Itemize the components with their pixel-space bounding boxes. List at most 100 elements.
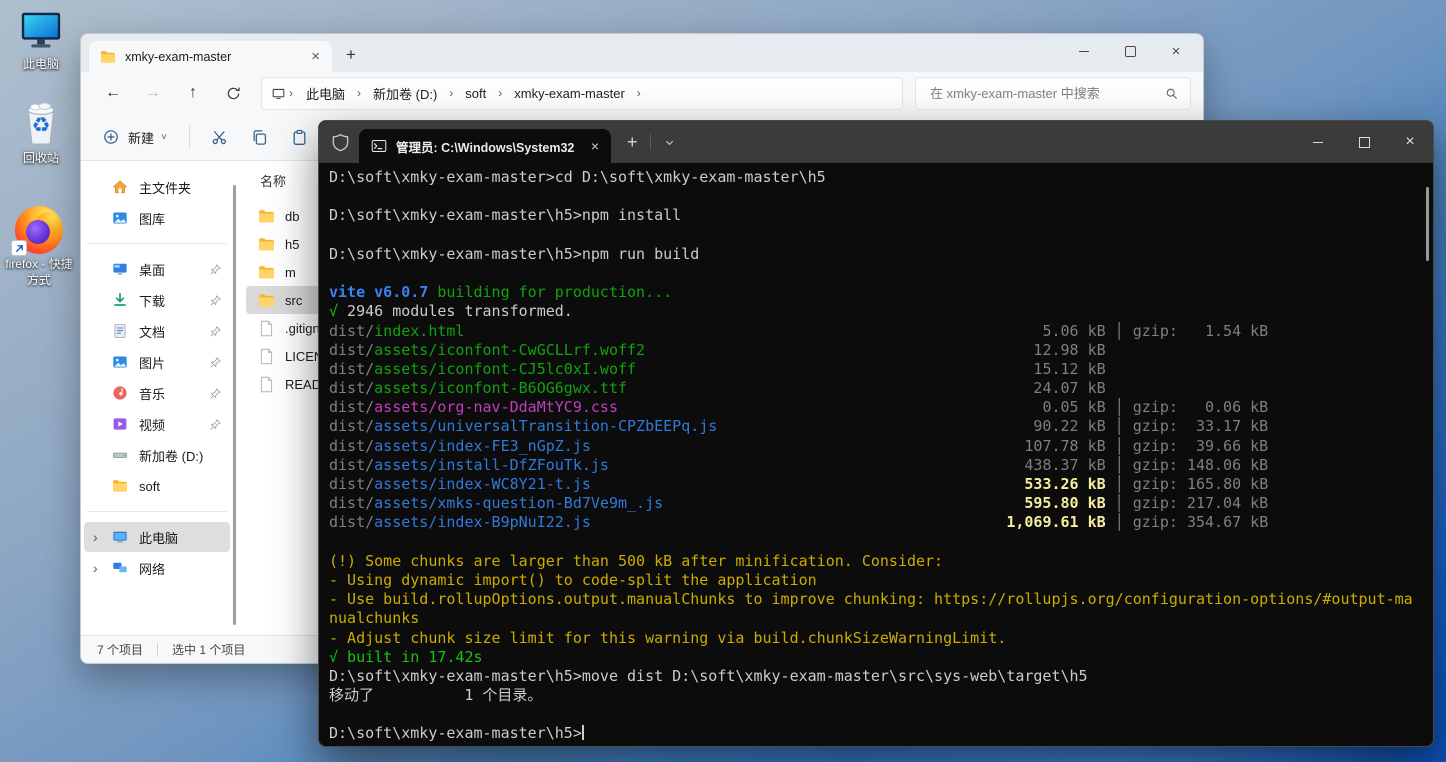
cut-button[interactable] bbox=[200, 120, 240, 154]
download-icon bbox=[112, 292, 128, 308]
breadcrumb-separator: › bbox=[357, 86, 362, 100]
search-input[interactable] bbox=[928, 84, 1165, 102]
sidebar-item-label: soft bbox=[139, 478, 160, 494]
back-button[interactable]: ← bbox=[93, 77, 133, 109]
terminal-line: dist/assets/org-nav-DdaMtYC9.css 0.05 kB… bbox=[329, 398, 1269, 417]
terminal-line: dist/assets/universalTransition-CPZbEEPq… bbox=[329, 417, 1269, 436]
maximize-button[interactable] bbox=[1341, 121, 1387, 163]
network-icon bbox=[112, 560, 128, 576]
file-name: db bbox=[285, 208, 300, 224]
desktop-icon-recycle-bin[interactable]: ♻ 回收站 bbox=[4, 98, 78, 167]
explorer-sidebar: 主文件夹 图库 桌面 下载 文档 图片 音乐 视频 新加卷 (D:) soft › 此电脑 › 网络 bbox=[81, 161, 233, 635]
explorer-address-bar: ← → ↑ › 此电脑 › 新加卷 (D:) › soft › xmky-exam-mast… bbox=[81, 72, 1203, 114]
terminal-line: D:\soft\xmky-exam-master\h5>npm install bbox=[329, 206, 682, 225]
new-tab-button[interactable]: + bbox=[346, 45, 356, 65]
terminal-tab[interactable]: 管理员: C:\Windows\System32 × bbox=[359, 129, 611, 163]
minimize-button[interactable] bbox=[1295, 121, 1341, 163]
terminal-content[interactable]: D:\soft\xmky-exam-master>cd D:\soft\xmky… bbox=[319, 163, 1433, 746]
forward-button[interactable]: → bbox=[133, 77, 173, 109]
breadcrumb-item[interactable]: 新加卷 (D:) bbox=[364, 81, 446, 106]
refresh-button[interactable] bbox=[213, 77, 253, 109]
sidebar-item-label: 图片 bbox=[139, 355, 166, 371]
search-icon[interactable] bbox=[1165, 87, 1178, 100]
terminal-cursor bbox=[581, 725, 584, 741]
sidebar-item-gallery[interactable]: 图库 bbox=[84, 203, 230, 233]
pin-icon bbox=[209, 356, 222, 369]
explorer-tab[interactable]: xmky-exam-master × bbox=[89, 41, 332, 72]
tab-close-icon[interactable]: × bbox=[305, 48, 326, 65]
sidebar-item-network[interactable]: › 网络 bbox=[84, 553, 230, 583]
pin-icon bbox=[209, 263, 222, 276]
desktop-icon-this-pc[interactable]: 此电脑 bbox=[4, 8, 78, 73]
chevron-right-icon[interactable]: › bbox=[93, 530, 98, 544]
recycle-symbol: ♻ bbox=[31, 113, 51, 137]
breadcrumb-separator: › bbox=[289, 86, 293, 100]
sidebar-item-label: 网络 bbox=[139, 561, 166, 577]
sidebar-item-home[interactable]: 主文件夹 bbox=[84, 172, 230, 202]
sidebar-item-drive-d[interactable]: 新加卷 (D:) bbox=[84, 440, 230, 470]
breadcrumb-item[interactable]: 此电脑 bbox=[297, 81, 354, 106]
terminal-line: D:\soft\xmky-exam-master\h5>move dist D:… bbox=[329, 666, 1088, 685]
file-icon bbox=[258, 319, 275, 337]
explorer-tab-title: xmky-exam-master bbox=[125, 49, 232, 64]
sidebar-item-downloads[interactable]: 下载 bbox=[84, 285, 230, 315]
terminal-line: - Adjust chunk size limit for this warni… bbox=[329, 628, 1007, 647]
terminal-scrollbar-thumb[interactable] bbox=[1426, 187, 1429, 261]
music-icon bbox=[112, 385, 128, 401]
monitor-icon bbox=[272, 87, 285, 100]
desktop: 此电脑 ♻ 回收站 firefox - 快捷方式 xmky-exam-maste… bbox=[0, 0, 1446, 762]
status-divider bbox=[157, 642, 159, 657]
close-button[interactable]: × bbox=[1387, 121, 1433, 163]
home-icon bbox=[112, 179, 128, 195]
file-icon bbox=[258, 347, 275, 365]
terminal-line: - Use build.rollupOptions.output.manualC… bbox=[329, 590, 1413, 609]
copy-button[interactable] bbox=[240, 120, 280, 154]
pictures-icon bbox=[112, 354, 128, 370]
minimize-button[interactable] bbox=[1061, 34, 1107, 68]
pin-icon bbox=[209, 387, 222, 400]
this-pc-icon bbox=[18, 8, 64, 54]
toolbar-divider bbox=[188, 125, 190, 149]
new-tab-button[interactable]: + bbox=[627, 132, 638, 153]
sidebar-item-this-pc[interactable]: › 此电脑 bbox=[84, 522, 230, 552]
terminal-line: √ 2946 modules transformed. bbox=[329, 302, 573, 321]
tab-close-icon[interactable]: × bbox=[583, 138, 607, 154]
sidebar-item-soft[interactable]: soft bbox=[84, 471, 230, 501]
terminal-line: D:\soft\xmky-exam-master>cd D:\soft\xmky… bbox=[329, 168, 826, 186]
chevron-down-icon: ˅ bbox=[161, 131, 167, 143]
pin-icon bbox=[209, 294, 222, 307]
close-button[interactable]: × bbox=[1153, 34, 1199, 68]
firefox-globe bbox=[26, 220, 50, 244]
chevron-down-icon[interactable] bbox=[649, 134, 681, 150]
desktop-icon-firefox[interactable]: firefox - 快捷方式 bbox=[2, 206, 76, 288]
sidebar-item-pictures[interactable]: 图片 bbox=[84, 347, 230, 377]
sidebar-item-desktop[interactable]: 桌面 bbox=[84, 254, 230, 284]
terminal-line: - Using dynamic import() to code-split t… bbox=[329, 570, 817, 589]
new-button-label: 新建 bbox=[128, 130, 155, 146]
terminal-line: (!) Some chunks are larger than 500 kB a… bbox=[329, 551, 944, 570]
terminal-line: dist/assets/index-WC8Y21-t.js 533.26 kB … bbox=[329, 475, 1269, 493]
sidebar-item-documents[interactable]: 文档 bbox=[84, 316, 230, 346]
terminal-line: dist/assets/index-B9pNuI22.js 1,069.61 k… bbox=[329, 513, 1269, 532]
desktop-icon bbox=[112, 261, 128, 277]
file-name: h5 bbox=[285, 236, 300, 252]
chevron-right-icon[interactable]: › bbox=[93, 561, 98, 575]
breadcrumb-item[interactable]: xmky-exam-master bbox=[505, 83, 634, 104]
breadcrumb-separator: › bbox=[449, 86, 454, 100]
gallery-icon bbox=[112, 210, 128, 226]
sidebar-item-videos[interactable]: 视频 bbox=[84, 409, 230, 439]
up-button[interactable]: ↑ bbox=[173, 77, 213, 109]
breadcrumb-separator: › bbox=[636, 86, 641, 100]
search-box[interactable] bbox=[915, 76, 1191, 110]
breadcrumb-item[interactable]: soft bbox=[456, 83, 495, 104]
maximize-button[interactable] bbox=[1107, 34, 1153, 68]
desktop-icon-label: firefox - 快捷方式 bbox=[5, 257, 73, 287]
new-button[interactable]: 新建 ˅ bbox=[91, 121, 179, 154]
paste-button[interactable] bbox=[280, 120, 320, 154]
pin-icon bbox=[209, 418, 222, 431]
sidebar-item-label: 图库 bbox=[139, 211, 166, 227]
sidebar-item-music[interactable]: 音乐 bbox=[84, 378, 230, 408]
sidebar-item-label: 下载 bbox=[139, 293, 166, 309]
